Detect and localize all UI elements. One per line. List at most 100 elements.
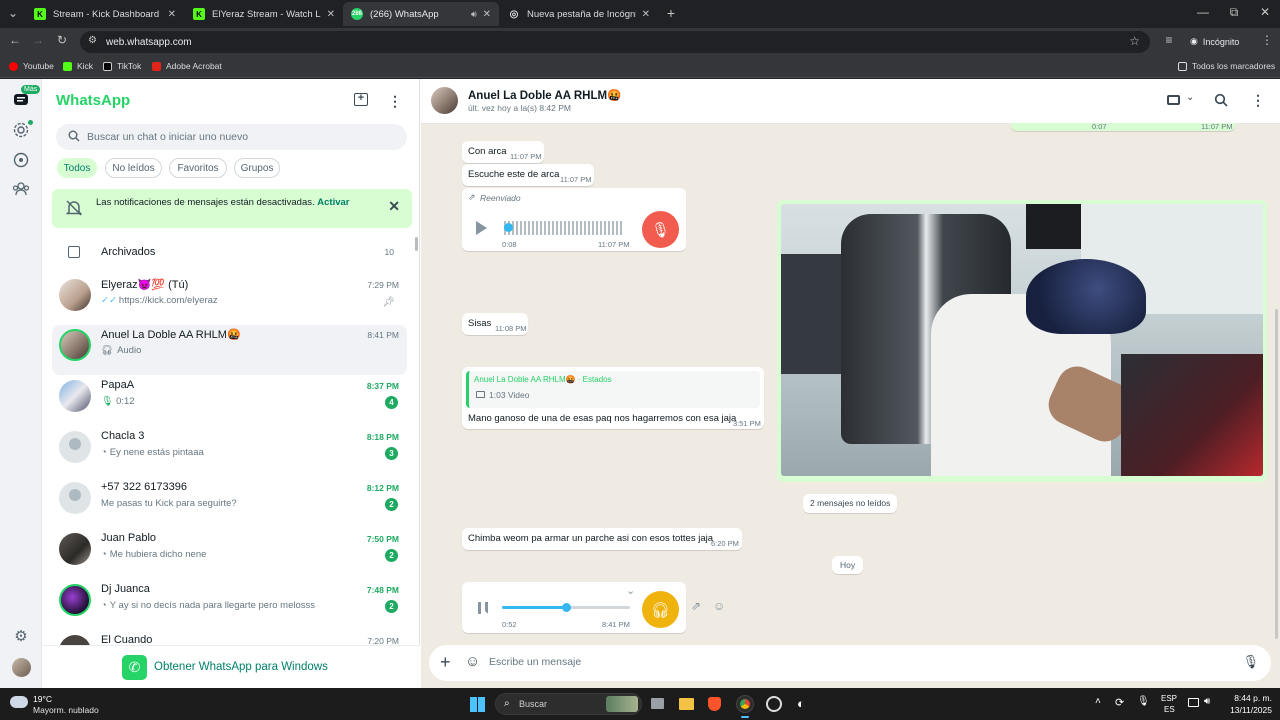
communities-icon[interactable] (12, 180, 30, 198)
sync-icon[interactable]: ⟳ (1115, 696, 1124, 709)
close-tab-icon[interactable]: ✕ (642, 9, 650, 20)
tab-incognito[interactable]: ◎ Nueva pestaña de Incógnito ✕ (500, 2, 658, 26)
chevron-up-icon[interactable]: ˄ (1095, 696, 1101, 707)
image-message[interactable] (777, 200, 1267, 482)
bookmark-kick[interactable]: Kick (63, 61, 93, 71)
forward-message-icon[interactable]: ⇗ (691, 599, 701, 613)
profile-avatar[interactable] (12, 658, 31, 677)
restore-button[interactable]: ⧉ (1225, 5, 1243, 20)
start-windows-icon[interactable] (470, 697, 485, 712)
mic-tray-icon[interactable]: 🎙︎ (1137, 696, 1150, 707)
chat-row-papaa[interactable]: PapaA 🎙︎ 0:12 8:37 PM 4 (52, 376, 407, 426)
play-icon[interactable] (476, 221, 487, 235)
chat-row-elyeraz[interactable]: Elyeraz😈💯 (Tú) ✓✓ https://kick.com/elyera… (52, 275, 407, 325)
reload-icon[interactable]: ↻ (53, 33, 71, 47)
back-icon[interactable]: ← (6, 33, 24, 47)
channels-icon[interactable] (12, 151, 30, 169)
search-icon[interactable] (1214, 93, 1228, 110)
menu-kebab-icon[interactable]: ⋮ (1251, 92, 1265, 109)
obs-icon[interactable] (766, 696, 782, 712)
filter-all[interactable]: Todos (57, 158, 97, 178)
clock-time[interactable]: 8:44 p. m. (1232, 693, 1272, 703)
incognito-indicator[interactable]: ◉ Incógnito (1190, 36, 1239, 47)
media-controls-icon[interactable]: ≡ (1160, 33, 1178, 47)
message-photo[interactable] (781, 204, 1263, 476)
audio-scrubber[interactable] (562, 603, 571, 612)
chrome-icon[interactable] (736, 695, 754, 713)
filter-favorites[interactable]: Favoritos (169, 158, 227, 178)
task-view-icon[interactable] (651, 698, 664, 709)
chat-row-chacla[interactable]: Chacla 3 ◔ Ey nene estás pintaaa 8:18 PM … (52, 427, 407, 477)
tab-kick-dashboard[interactable]: K Stream - Kick Dashboard ✕ (26, 2, 184, 26)
bookmark-youtube[interactable]: Youtube (9, 61, 54, 71)
chat-time: 8:41 PM (367, 330, 399, 340)
audio-scrubber[interactable] (504, 223, 513, 232)
chat-row-phone[interactable]: +57 322 6173396 Me pasas tu Kick para se… (52, 478, 407, 528)
kick-studio-icon[interactable]: ◐ (797, 696, 805, 711)
status-icon[interactable] (12, 121, 30, 139)
tab-kick-stream[interactable]: K ElYeraz Stream - Watch Live on Kick ✕ (185, 2, 343, 26)
conversation-header[interactable]: Anuel La Doble AA RHLM🤬 últ. vez hoy a l… (421, 79, 1280, 124)
menu-kebab-icon[interactable]: ⋮ (388, 93, 402, 110)
bookmark-tiktok[interactable]: TikTok (103, 61, 141, 71)
video-call-icon[interactable] (1167, 95, 1180, 105)
bookmark-label: TikTok (117, 61, 142, 71)
volume-icon[interactable]: 🔊︎ (1204, 696, 1210, 707)
filter-unread[interactable]: No leídos (105, 158, 162, 178)
tab-search-icon[interactable]: ⌄ (4, 6, 22, 20)
activate-link[interactable]: Activar (317, 197, 349, 208)
settings-icon[interactable]: ⚙ (12, 627, 30, 645)
message-input[interactable]: Escribe un mensaje (489, 656, 581, 668)
attach-plus-icon[interactable]: + (440, 652, 451, 673)
chat-row-anuel[interactable]: Anuel La Doble AA RHLM🤬 🎧︎ Audio 8:41 PM (52, 325, 407, 375)
speaker-icon[interactable]: 🔊︎ (471, 9, 477, 20)
get-windows-app[interactable]: ✆ Obtener WhatsApp para Windows (42, 645, 420, 688)
chat-row-juan-pablo[interactable]: Juan Pablo ◔ Me hubiera dicho nene 7:50 P… (52, 529, 407, 579)
active-app-indicator (741, 716, 749, 718)
chevron-down-icon[interactable]: ⌄ (1186, 92, 1194, 103)
sticker-emoji-icon[interactable]: ☺ (465, 653, 480, 670)
weather-desc[interactable]: Mayorm. nublado (33, 705, 99, 715)
contact-avatar[interactable] (431, 87, 458, 114)
close-tab-icon[interactable]: ✕ (483, 9, 491, 20)
brave-icon[interactable] (708, 697, 721, 711)
chevron-down-icon[interactable]: ⌄ (626, 584, 635, 597)
lang-bottom[interactable]: ES (1164, 705, 1175, 714)
taskbar-search-input[interactable]: ⌕ Buscar (495, 693, 642, 715)
menu-kebab-icon[interactable]: ⋮ (1258, 33, 1276, 47)
address-bar[interactable]: ⚙ web.whatsapp.com ☆ (80, 31, 1150, 53)
close-icon[interactable]: ✕ (388, 198, 400, 215)
react-emoji-icon[interactable]: ☺ (713, 599, 725, 613)
audio-waveform[interactable] (504, 221, 624, 235)
bookmark-star-icon[interactable]: ☆ (1129, 34, 1140, 48)
quoted-status[interactable]: Anuel La Doble AA RHLM🤬 · Estados 1:03 V… (466, 371, 760, 408)
close-tab-icon[interactable]: ✕ (168, 9, 176, 20)
new-chat-icon[interactable]: + (354, 93, 368, 106)
chat-row-dj-juanca[interactable]: Dj Juanca ◔ Y ay si no decís nada para ll… (52, 580, 407, 630)
network-icon[interactable] (1188, 698, 1199, 707)
bookmark-adobe[interactable]: Adobe Acrobat (152, 61, 222, 71)
close-tab-icon[interactable]: ✕ (327, 9, 335, 20)
file-explorer-icon[interactable] (679, 698, 694, 710)
close-window-button[interactable]: ✕ (1256, 5, 1274, 19)
lang-top[interactable]: ESP (1161, 694, 1177, 703)
tab-whatsapp[interactable]: 266 (266) WhatsApp 🔊︎ ✕ (343, 2, 499, 26)
chat-preview: Me pasas tu Kick para seguirte? (101, 498, 237, 509)
mic-button[interactable]: 🎙︎ (642, 211, 679, 248)
forward-icon[interactable]: → (29, 33, 47, 47)
clock-date[interactable]: 13/11/2025 (1222, 705, 1272, 715)
minimize-button[interactable]: — (1194, 5, 1212, 19)
weather-temp[interactable]: 19°C (33, 694, 52, 704)
all-bookmarks[interactable]: Todos los marcadores (1178, 61, 1275, 71)
search-input[interactable]: Buscar un chat o iniciar uno nuevo (56, 124, 407, 150)
site-info-icon[interactable]: ⚙ (88, 35, 97, 46)
filter-groups[interactable]: Grupos (234, 158, 280, 178)
chat-list-scrollbar[interactable] (415, 237, 418, 251)
chat-row-el-cuando[interactable]: El Cuando 7:20 PM (52, 631, 407, 645)
mic-icon[interactable]: 🎙︎ (1242, 654, 1259, 670)
headphones-button[interactable]: 🎧︎ (642, 591, 679, 628)
archived-row[interactable]: Archivados 10 (56, 242, 406, 264)
audio-progress-track[interactable] (502, 603, 630, 612)
new-tab-button[interactable]: + (662, 5, 680, 21)
conversation-scrollbar[interactable] (1275, 309, 1278, 639)
